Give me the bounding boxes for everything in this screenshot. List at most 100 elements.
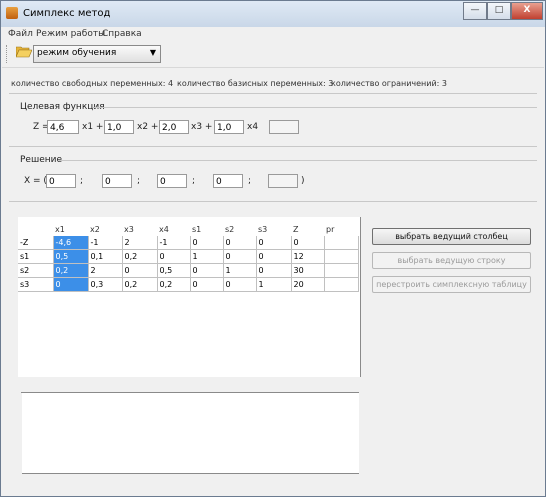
table-cell[interactable]: 1 xyxy=(256,277,292,292)
column-header[interactable]: x2 xyxy=(88,223,122,236)
column-header[interactable]: x1 xyxy=(53,223,88,236)
solution-group-label: Решение xyxy=(20,155,63,165)
column-header[interactable]: s2 xyxy=(223,223,256,236)
rebuild-table-button[interactable]: перестроить симплексную таблицу xyxy=(372,276,531,293)
table-cell[interactable]: 0,2 xyxy=(53,263,89,278)
menu-bar: Файл Режим работы Справка xyxy=(2,28,544,41)
close-button[interactable]: X xyxy=(511,2,543,20)
column-header[interactable]: s3 xyxy=(256,223,291,236)
table-cell[interactable] xyxy=(324,249,359,264)
table-cell[interactable]: 0,3 xyxy=(88,277,123,292)
solution-value-1[interactable]: 0 xyxy=(46,174,76,188)
log-panel[interactable] xyxy=(22,393,359,473)
toolbar-grip[interactable] xyxy=(6,45,9,63)
main-window: Симплекс метод — □ X Файл Режим работы С… xyxy=(0,0,546,497)
objective-group-line xyxy=(93,107,537,108)
toolbar: режим обучения ▼ xyxy=(2,41,544,68)
column-header[interactable]: s1 xyxy=(190,223,223,236)
column-header[interactable]: x3 xyxy=(122,223,157,236)
menu-work-mode[interactable]: Режим работы xyxy=(36,29,105,39)
row-header-cell[interactable]: s2 xyxy=(18,263,54,278)
window-title: Симплекс метод xyxy=(23,8,111,19)
table-cell[interactable] xyxy=(324,263,359,278)
row-header-cell[interactable]: s1 xyxy=(18,249,54,264)
table-cell[interactable]: 2 xyxy=(88,263,123,278)
mode-select-value: режим обучения xyxy=(37,48,117,58)
folder-open-icon[interactable] xyxy=(16,46,32,58)
solution-sep: ; xyxy=(137,176,141,186)
table-cell[interactable]: 0 xyxy=(223,249,257,264)
menu-help[interactable]: Справка xyxy=(102,29,142,39)
table-cell[interactable] xyxy=(324,236,359,250)
column-header[interactable]: Z xyxy=(291,223,324,236)
mode-select[interactable]: режим обучения ▼ xyxy=(33,45,161,63)
solution-value-2[interactable]: 0 xyxy=(102,174,132,188)
objective-coef-x4[interactable]: 1,0 xyxy=(214,120,244,134)
table-cell[interactable]: 2 xyxy=(122,236,158,250)
table-cell[interactable]: 20 xyxy=(291,277,325,292)
simplex-table-panel: x1 x2 x3 x4 s1 s2 s3 Zpr -Z -4,6 -1 2 -1 0 0 0 0 s1 0,5 0,1… xyxy=(18,217,361,377)
x-suffix: ) xyxy=(301,176,305,186)
chevron-down-icon: ▼ xyxy=(149,48,156,57)
table-cell[interactable]: 0 xyxy=(256,249,292,264)
table-cell[interactable]: -1 xyxy=(88,236,123,250)
solution-sep: ; xyxy=(80,176,84,186)
term-x1: x1 + xyxy=(82,122,104,132)
table-cell[interactable]: 0 xyxy=(256,236,292,250)
table-cell[interactable]: 0,2 xyxy=(122,249,158,264)
table-cell[interactable]: 0 xyxy=(256,263,292,278)
table-cell[interactable]: 0 xyxy=(122,263,158,278)
table-cell[interactable]: 0,5 xyxy=(53,249,89,264)
column-header[interactable]: pr xyxy=(324,223,358,236)
table-row[interactable]: s1 0,5 0,1 0,2 0 1 0 0 12 xyxy=(18,249,359,264)
solution-value-5[interactable] xyxy=(268,174,298,188)
table-cell[interactable]: 0 xyxy=(190,277,224,292)
column-header[interactable]: x4 xyxy=(157,223,190,236)
objective-coef-x2[interactable]: 1,0 xyxy=(104,120,134,134)
divider xyxy=(9,201,537,202)
table-cell[interactable]: 0,1 xyxy=(88,249,123,264)
free-vars-count: количество свободных переменных: 4 xyxy=(11,79,174,88)
minimize-button[interactable]: — xyxy=(463,2,487,20)
solution-sep: ; xyxy=(192,176,196,186)
table-cell[interactable]: -4,6 xyxy=(53,236,89,250)
table-row[interactable]: s3 0 0,3 0,2 0,2 0 0 1 20 xyxy=(18,277,359,292)
objective-group-label: Целевая функция xyxy=(20,102,105,112)
row-header-cell[interactable]: -Z xyxy=(18,236,54,250)
table-cell[interactable]: 1 xyxy=(223,263,257,278)
basis-vars-count: количество базисных переменных: 3 xyxy=(177,79,334,88)
table-cell[interactable]: 0 xyxy=(291,236,325,250)
table-cell[interactable]: 30 xyxy=(291,263,325,278)
menu-file[interactable]: Файл xyxy=(8,29,33,39)
objective-coef-x3[interactable]: 2,0 xyxy=(159,120,189,134)
table-row[interactable]: -Z -4,6 -1 2 -1 0 0 0 0 xyxy=(18,236,359,250)
table-cell[interactable]: 0,5 xyxy=(157,263,191,278)
table-cell[interactable]: 0 xyxy=(157,249,191,264)
column-header[interactable] xyxy=(18,223,53,236)
table-cell[interactable] xyxy=(324,277,359,292)
table-cell[interactable]: 0,2 xyxy=(122,277,158,292)
row-header-cell[interactable]: s3 xyxy=(18,277,54,292)
table-row[interactable]: s2 0,2 2 0 0,5 0 1 0 30 xyxy=(18,263,359,278)
maximize-button[interactable]: □ xyxy=(487,2,511,20)
solution-value-4[interactable]: 0 xyxy=(213,174,243,188)
table-cell[interactable]: 0 xyxy=(223,236,257,250)
objective-coef-x1[interactable]: 4,6 xyxy=(47,120,79,134)
choose-pivot-column-button[interactable]: выбрать ведущий столбец xyxy=(372,228,531,245)
table-cell[interactable]: 0 xyxy=(223,277,257,292)
choose-pivot-row-button[interactable]: выбрать ведущую строку xyxy=(372,252,531,269)
solution-value-3[interactable]: 0 xyxy=(157,174,187,188)
table-cell[interactable]: 0 xyxy=(53,277,89,292)
table-cell[interactable]: 1 xyxy=(190,249,224,264)
table-cell[interactable]: 0,2 xyxy=(157,277,191,292)
simplex-table[interactable]: x1 x2 x3 x4 s1 s2 s3 Zpr -Z -4,6 -1 2 -1 0 0 0 0 s1 0,5 0,1… xyxy=(18,223,359,292)
table-header-row: x1 x2 x3 x4 s1 s2 s3 Zpr xyxy=(18,223,358,236)
table-cell[interactable]: 12 xyxy=(291,249,325,264)
title-bar[interactable]: Симплекс метод — □ X xyxy=(1,1,545,27)
objective-extra-field[interactable] xyxy=(269,120,299,134)
table-cell[interactable]: -1 xyxy=(157,236,191,250)
table-cell[interactable]: 0 xyxy=(190,263,224,278)
table-cell[interactable]: 0 xyxy=(190,236,224,250)
term-x3: x3 + xyxy=(191,122,213,132)
divider xyxy=(22,473,359,474)
